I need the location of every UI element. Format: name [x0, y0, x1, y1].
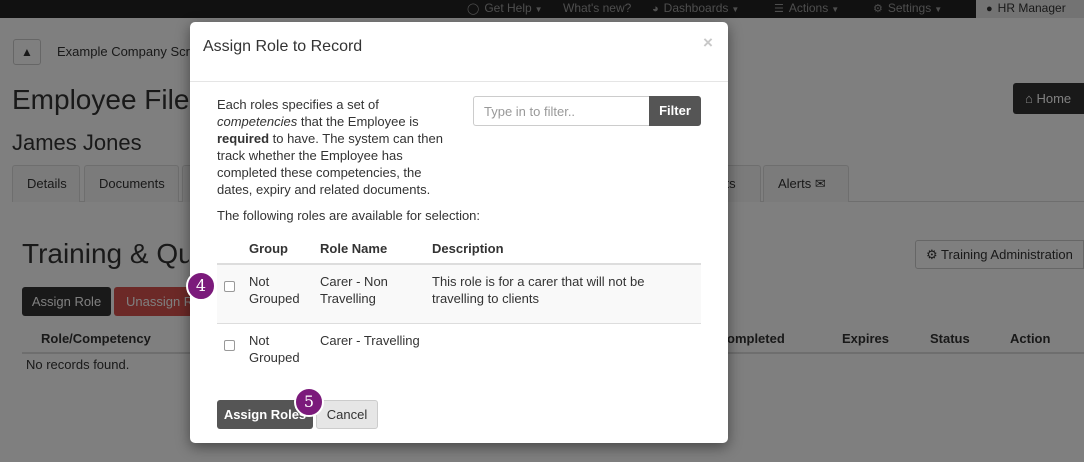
modal-title: Assign Role to Record	[203, 38, 363, 55]
th-role-name: Role Name	[320, 241, 388, 256]
role-group: Not Grouped	[249, 333, 300, 365]
modal-description: Each roles specifies a set of competenci…	[217, 96, 449, 198]
close-icon[interactable]: ×	[703, 33, 713, 53]
th-group: Group	[249, 241, 288, 256]
modal-header-divider	[190, 81, 728, 82]
role-name: Carer - Travelling	[320, 333, 420, 348]
step-badge-5: 5	[294, 387, 324, 417]
step-badge-4: 4	[186, 271, 216, 301]
role-checkbox[interactable]	[224, 281, 235, 292]
table-row: Not Grouped Carer - Non Travelling This …	[217, 265, 701, 324]
filter-input[interactable]	[473, 96, 650, 126]
description-emphasis: competencies	[217, 114, 298, 129]
role-checkbox[interactable]	[224, 340, 235, 351]
cancel-button[interactable]: Cancel	[316, 400, 378, 429]
role-name: Carer - Non Travelling	[320, 274, 388, 306]
description-part-1: Each roles specifies a set of	[217, 97, 379, 112]
description-part-2: that the Employee is	[297, 114, 419, 129]
available-roles-text: The following roles are available for se…	[217, 208, 481, 223]
role-description: This role is for a carer that will not b…	[432, 274, 645, 306]
filter-button[interactable]: Filter	[649, 96, 701, 126]
role-group: Not Grouped	[249, 274, 300, 306]
table-row: Not Grouped Carer - Travelling	[217, 324, 701, 372]
assign-role-modal: Assign Role to Record × Each roles speci…	[190, 22, 728, 443]
th-description: Description	[432, 241, 504, 256]
description-strong: required	[217, 131, 270, 146]
